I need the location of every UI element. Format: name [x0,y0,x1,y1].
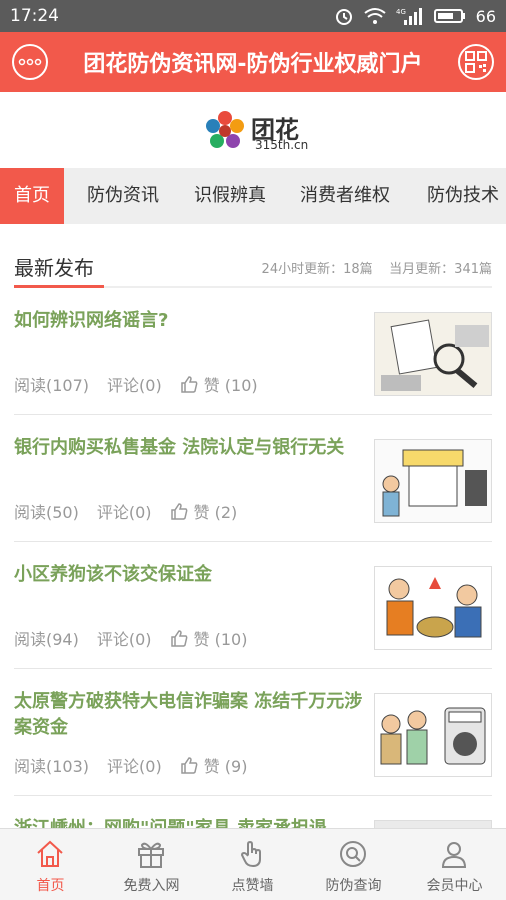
thumbs-up-icon [170,503,187,520]
like-button[interactable]: 赞 (10) [180,372,258,396]
bottom-tab-label: 点赞墙 [231,878,274,894]
page-title: 团花防伪资讯网-防伪行业权威门户 [83,52,423,77]
thumbs-up-icon [180,376,198,393]
signal-icon: 4G [396,8,422,25]
thumbnail-illustration [375,694,491,776]
list-item[interactable]: 银行内购买私售基金 法院认定与银行无关 阅读(50) 评论(0) 赞 (2) [14,415,492,542]
thumbnail-illustration [375,313,491,395]
top-header: 团花防伪资讯网-防伪行业权威门户 [0,32,506,92]
article-meta: 阅读(107) 评论(0) 赞 (10) [14,372,258,396]
stat-month: 当月更新：341篇 [389,262,492,277]
list-item[interactable]: 太原警方破获特大电信诈骗案 冻结千万元涉案资金 阅读(103) 评论(0) 赞 … [14,669,492,796]
thumbs-up-icon [170,630,187,647]
user-icon [441,842,467,868]
more-dots-icon [18,58,42,66]
qrcode-icon [465,51,487,73]
logo-area: 团花 315th.cn [0,92,506,168]
logo-url: 315th.cn [255,138,309,152]
tab-consumer[interactable]: 消费者维权 [300,168,390,224]
battery-icon [433,9,465,23]
thumbnail-illustration [375,567,491,649]
tab-news[interactable]: 防伪资讯 [87,168,159,224]
status-icons: 4G 66 [334,5,496,27]
update-stats: 24小时更新：18篇 当月更新：341篇 [262,258,492,277]
home-icon [37,840,63,867]
tap-hand-icon [240,840,261,868]
like-count: 赞 (10) [193,630,248,649]
article-title[interactable]: 太原警方破获特大电信诈骗案 冻结千万元涉案资金 [14,689,364,741]
list-item[interactable]: 小区养狗该不该交保证金 阅读(94) 评论(0) 赞 (10) [14,542,492,669]
wifi-icon [364,8,386,24]
bottom-tab-label: 会员中心 [426,878,483,894]
bottom-tab-label: 免费入网 [123,878,180,894]
status-time: 17:24 [10,6,59,26]
bottom-tab-label: 防伪查询 [325,878,382,894]
battery-level: 66 [475,6,496,26]
tab-tech[interactable]: 防伪技术 [427,168,499,224]
article-title[interactable]: 如何辨识网络谣言? [14,308,364,334]
bottom-tab-label: 首页 [36,878,65,894]
menu-button[interactable] [12,44,48,80]
thumbs-up-icon [180,757,198,774]
article-title[interactable]: 银行内购买私售基金 法院认定与银行无关 [14,435,364,461]
article-meta: 阅读(50) 评论(0) 赞 (2) [14,499,237,523]
like-count: 赞 (2) [193,503,238,522]
article-thumbnail[interactable] [374,312,492,396]
read-count: 阅读(103) [14,757,90,776]
article-title[interactable]: 小区养狗该不该交保证金 [14,562,364,588]
like-button[interactable]: 赞 (9) [180,753,248,777]
read-count: 阅读(107) [14,376,90,395]
like-button[interactable]: 赞 (2) [170,499,238,523]
bottom-tab-home[interactable]: 首页 [0,829,101,900]
gift-icon [138,842,164,868]
list-item[interactable]: 如何辨识网络谣言? 阅读(107) 评论(0) 赞 (10) [14,288,492,415]
site-logo[interactable]: 团花 315th.cn [203,110,308,152]
article-thumbnail[interactable] [374,439,492,523]
bottom-tab-likewall[interactable]: 点赞墙 [202,829,303,900]
bottom-tabbar: 首页 免费入网 点赞墙 防伪查询 会员中心 [0,828,506,900]
article-meta: 阅读(103) 评论(0) 赞 (9) [14,753,247,777]
like-count: 赞 (10) [203,376,258,395]
read-count: 阅读(94) [14,630,79,649]
thumbnail-illustration [375,440,491,522]
tab-identify[interactable]: 识假辨真 [194,168,266,224]
bottom-tab-query[interactable]: 防伪查询 [303,829,404,900]
like-count: 赞 (9) [203,757,248,776]
bottom-tab-member[interactable]: 会员中心 [404,829,505,900]
comment-count[interactable]: 评论(0) [97,626,152,650]
tab-home[interactable]: 首页 [0,168,64,224]
bottom-tab-join[interactable]: 免费入网 [101,829,202,900]
section-header: 最新发布 24小时更新：18篇 当月更新：341篇 [14,248,492,288]
read-count: 阅读(50) [14,503,79,522]
qrcode-button[interactable] [458,44,494,80]
stat-24h: 24小时更新：18篇 [261,262,373,277]
status-bar: 17:24 4G 66 [0,0,506,32]
comment-count[interactable]: 评论(0) [107,372,162,396]
like-button[interactable]: 赞 (10) [170,626,248,650]
comment-count[interactable]: 评论(0) [107,753,162,777]
svg-text:4G: 4G [396,8,406,16]
comment-count[interactable]: 评论(0) [97,499,152,523]
section-title: 最新发布 [14,256,94,280]
alarm-icon [335,9,352,25]
article-thumbnail[interactable] [374,693,492,777]
flower-logo-icon [206,111,244,148]
search-icon [340,841,366,867]
category-nav: 首页 防伪资讯 识假辨真 消费者维权 防伪技术 [0,168,506,224]
article-thumbnail[interactable] [374,566,492,650]
article-meta: 阅读(94) 评论(0) 赞 (10) [14,626,247,650]
